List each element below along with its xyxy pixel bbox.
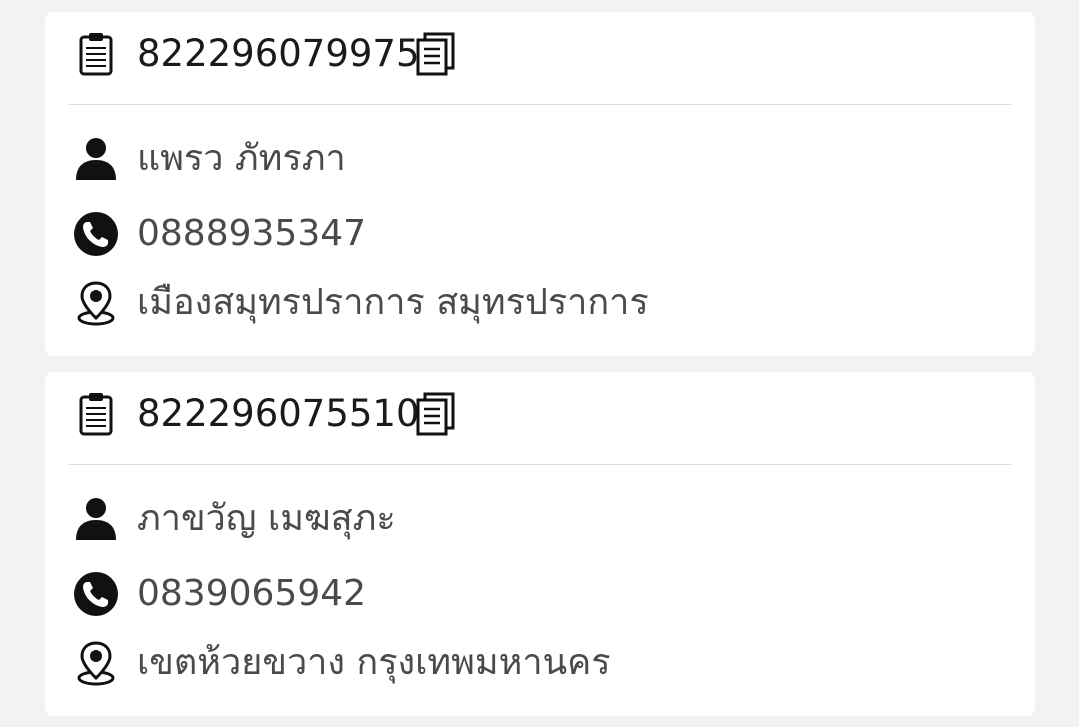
order-header: 822296079975 xyxy=(45,12,1035,104)
address-row: เขตห้วยขวาง กรุงเทพมหานคร xyxy=(45,638,1035,688)
person-icon xyxy=(76,498,116,540)
copy-icon[interactable] xyxy=(415,32,457,76)
location-pin-icon xyxy=(77,281,115,326)
phone-row[interactable]: 0839065942 xyxy=(45,569,1035,619)
clipboard-icon xyxy=(79,33,113,76)
person-icon xyxy=(76,138,116,180)
address-row: เมืองสมุทรปราการ สมุทรปราการ xyxy=(45,278,1035,328)
customer-name-row: ภาขวัญ เมฆสุภะ xyxy=(45,494,1035,544)
divider xyxy=(69,104,1011,105)
phone-number: 0888935347 xyxy=(137,213,367,254)
phone-number: 0839065942 xyxy=(137,573,367,614)
address: เมืองสมุทรปราการ สมุทรปราการ xyxy=(137,282,649,323)
order-number: 822296079975 xyxy=(137,32,420,75)
order-number: 822296075510 xyxy=(137,392,420,435)
location-pin-icon xyxy=(77,641,115,686)
order-header: 822296075510 xyxy=(45,372,1035,464)
phone-row[interactable]: 0888935347 xyxy=(45,209,1035,259)
phone-icon xyxy=(74,572,118,616)
customer-name-row: แพรว ภัทรภา xyxy=(45,134,1035,184)
copy-icon[interactable] xyxy=(415,392,457,436)
order-card[interactable]: 822296075510 ภาขวัญ เมฆสุภะ 0839065942 เ xyxy=(45,372,1035,716)
address: เขตห้วยขวาง กรุงเทพมหานคร xyxy=(137,642,611,683)
divider xyxy=(69,464,1011,465)
phone-icon xyxy=(74,212,118,256)
customer-name: ภาขวัญ เมฆสุภะ xyxy=(137,498,396,539)
clipboard-icon xyxy=(79,393,113,436)
order-card[interactable]: 822296079975 แพรว ภัทรภา 0888935347 เมือ xyxy=(45,12,1035,356)
customer-name: แพรว ภัทรภา xyxy=(137,138,346,179)
